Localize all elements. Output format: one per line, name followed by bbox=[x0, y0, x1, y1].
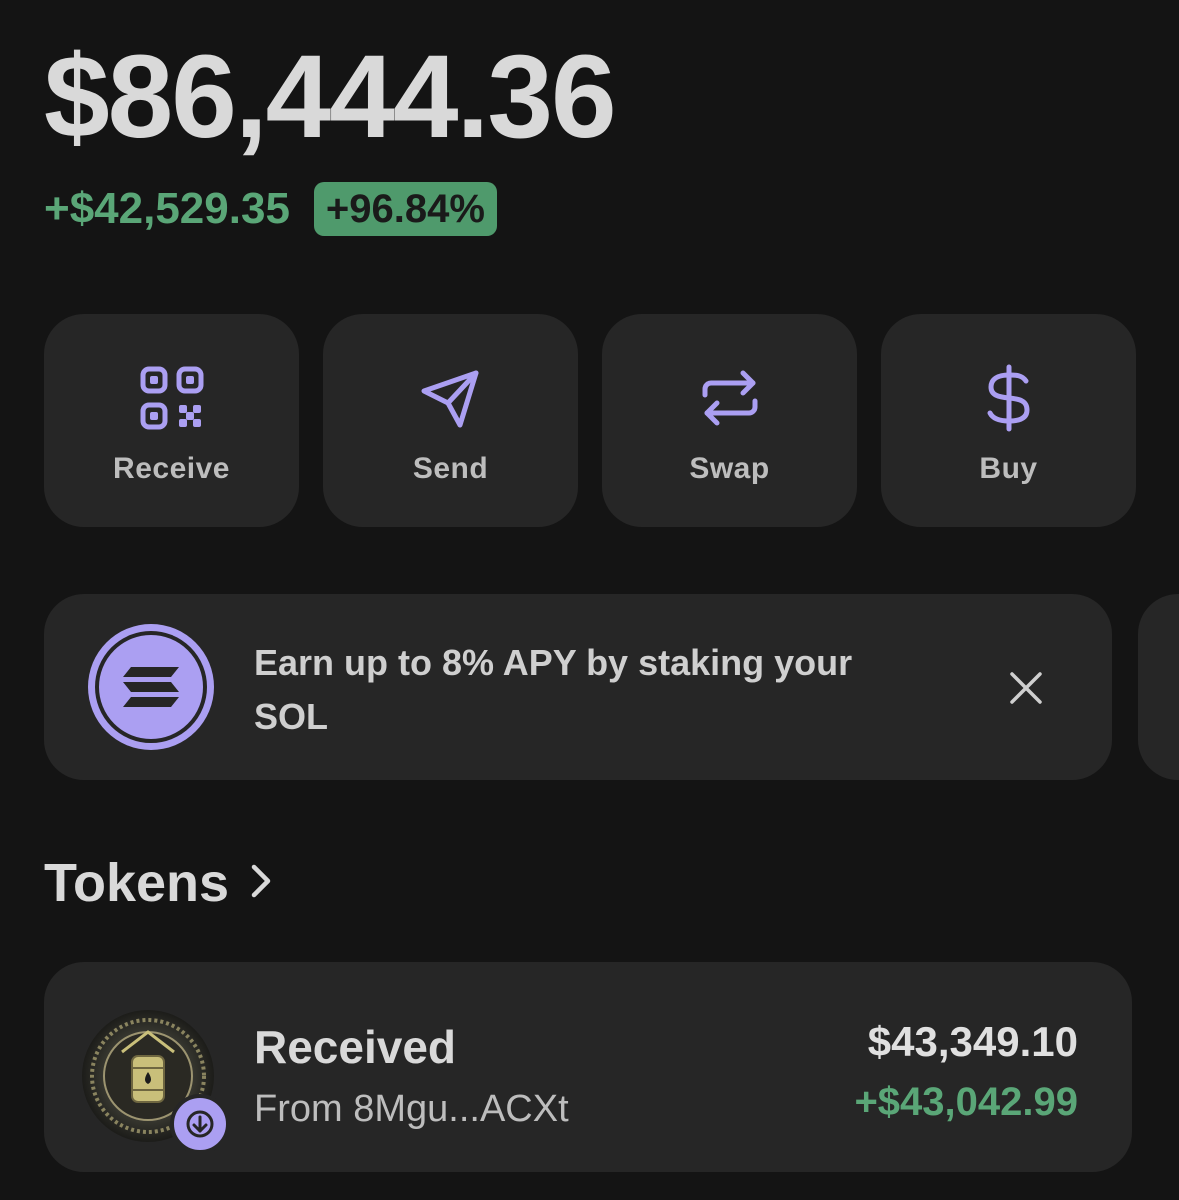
balance-change-amount: +$42,529.35 bbox=[44, 184, 290, 233]
chevron-right-icon bbox=[249, 862, 273, 905]
total-balance: $86,444.36 bbox=[44, 31, 617, 163]
receive-button[interactable]: Receive bbox=[44, 314, 299, 527]
activity-subtitle: From 8Mgu...ACXt bbox=[254, 1088, 569, 1130]
staking-banner-text: Earn up to 8% APY by staking your SOL bbox=[254, 642, 853, 737]
swap-label: Swap bbox=[689, 452, 770, 485]
send-button[interactable]: Send bbox=[323, 314, 578, 527]
activity-value: $43,349.10 bbox=[867, 1018, 1078, 1065]
buy-label: Buy bbox=[979, 452, 1038, 485]
staking-banner[interactable]: Earn up to 8% APY by staking your SOL bbox=[44, 594, 1112, 780]
receive-label: Receive bbox=[113, 452, 230, 485]
arrow-down-icon bbox=[170, 1094, 230, 1154]
solana-logo-icon bbox=[88, 624, 214, 750]
activity-title: Received bbox=[254, 1021, 457, 1073]
action-buttons: Receive Send Swap Buy bbox=[44, 314, 1136, 527]
activity-change: +$43,042.99 bbox=[854, 1080, 1078, 1124]
tokens-heading: Tokens bbox=[44, 853, 230, 913]
wallet-home: $86,444.36 +$42,529.35 +96.84% Receive S… bbox=[0, 0, 1179, 1200]
swap-arrows-icon bbox=[694, 362, 766, 434]
next-banner-card[interactable] bbox=[1138, 594, 1179, 780]
send-arrow-icon bbox=[415, 362, 487, 434]
buy-button[interactable]: Buy bbox=[881, 314, 1136, 527]
send-label: Send bbox=[412, 452, 489, 485]
close-icon[interactable] bbox=[1006, 668, 1046, 708]
activity-row[interactable]: Received From 8Mgu...ACXt $43,349.10 +$4… bbox=[44, 962, 1132, 1172]
tokens-section-link[interactable]: Tokens bbox=[44, 852, 273, 914]
balance-change-percent-badge: +96.84% bbox=[313, 182, 497, 236]
qr-code-icon bbox=[136, 362, 208, 434]
dollar-sign-icon bbox=[973, 362, 1045, 434]
swap-button[interactable]: Swap bbox=[602, 314, 857, 527]
balance-change-row: +$42,529.35 +96.84% bbox=[44, 182, 497, 236]
